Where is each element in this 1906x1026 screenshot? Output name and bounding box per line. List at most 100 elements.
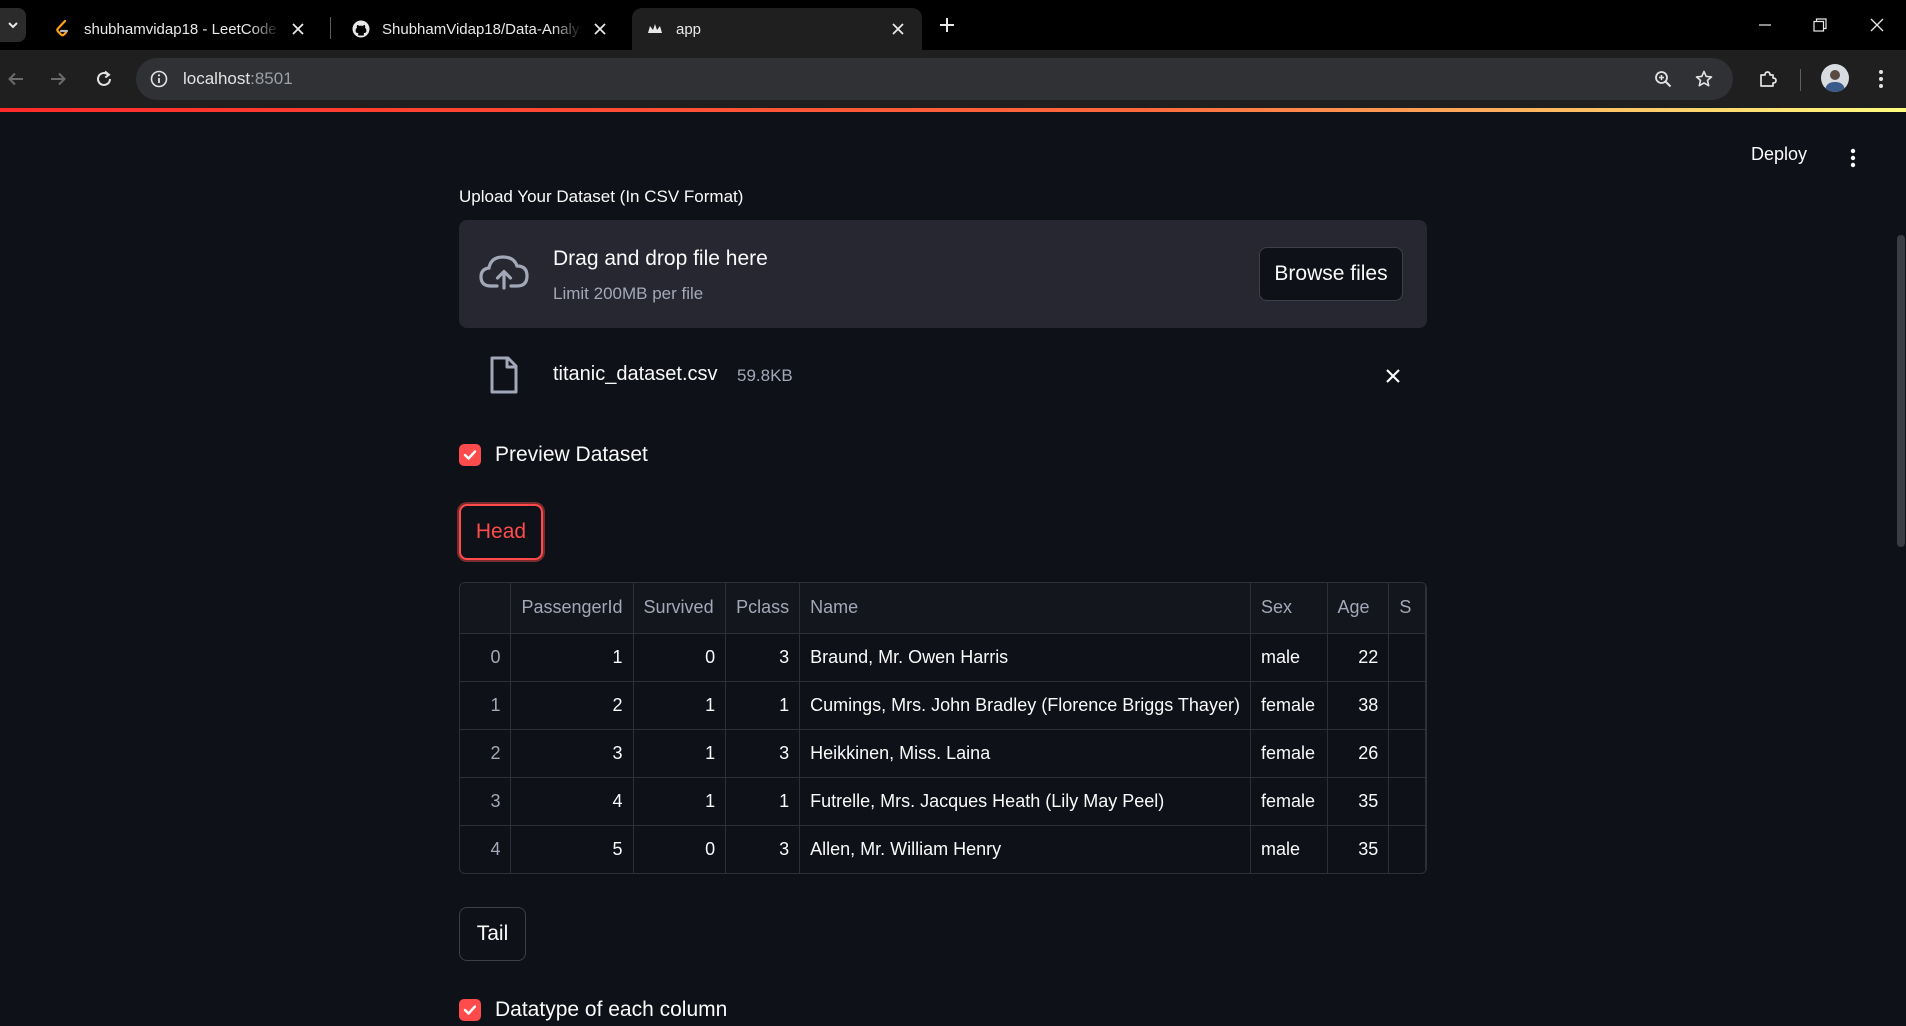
file-uploader-label: Upload Your Dataset (In CSV Format) (459, 187, 744, 206)
cell-survived[interactable]: 0 (633, 633, 727, 682)
cell-age[interactable]: 22 (1327, 633, 1390, 682)
cell-name[interactable]: Cumings, Mrs. John Bradley (Florence Bri… (799, 681, 1251, 730)
browse-files-button[interactable]: Browse files (1259, 247, 1403, 301)
close-window-button[interactable] (1862, 10, 1892, 40)
minimize-icon (1759, 24, 1771, 26)
zoom-icon[interactable] (1652, 68, 1674, 90)
restore-button[interactable] (1805, 10, 1835, 40)
datatype-checkbox[interactable]: Datatype of each column (459, 994, 727, 1026)
cell-pclass[interactable]: 3 (725, 729, 801, 778)
cell-passengerid[interactable]: 3 (510, 729, 634, 778)
cell-truncated[interactable] (1388, 777, 1426, 826)
cell-passengerid[interactable]: 5 (510, 825, 634, 873)
cell-sex[interactable]: male (1250, 633, 1328, 682)
cell-truncated[interactable] (1388, 825, 1426, 873)
deploy-button[interactable]: Deploy (1745, 140, 1813, 169)
cell-pclass[interactable]: 3 (725, 825, 801, 873)
remove-file-icon[interactable] (1381, 364, 1405, 388)
cloud-upload-icon (479, 255, 529, 290)
cell-name[interactable]: Heikkinen, Miss. Laina (799, 729, 1251, 778)
column-header-pclass[interactable]: Pclass (725, 583, 801, 634)
cell-survived[interactable]: 1 (633, 777, 727, 826)
row-index: 0 (460, 633, 512, 682)
cell-name[interactable]: Futrelle, Mrs. Jacques Heath (Lily May P… (799, 777, 1251, 826)
close-icon (1870, 18, 1884, 32)
checkbox-checked-icon[interactable] (459, 999, 481, 1021)
column-header-truncated[interactable]: S (1388, 583, 1426, 634)
cell-age[interactable]: 26 (1327, 729, 1390, 778)
site-info-icon[interactable] (148, 68, 170, 90)
row-index: 4 (460, 825, 512, 873)
cell-age[interactable]: 38 (1327, 681, 1390, 730)
tab-close-icon[interactable] (888, 19, 908, 39)
browser-tab-leetcode[interactable]: shubhamvidap18 - LeetCode Pr (40, 8, 322, 50)
dropzone-instructions: Drag and drop file here (553, 247, 768, 270)
cell-pclass[interactable]: 1 (725, 681, 801, 730)
tab-title: app (676, 20, 702, 38)
cell-sex[interactable]: female (1250, 729, 1328, 778)
column-header-age[interactable]: Age (1327, 583, 1390, 634)
column-header-passengerid[interactable]: PassengerId (510, 583, 634, 634)
profile-avatar[interactable] (1821, 64, 1849, 92)
cell-name[interactable]: Braund, Mr. Owen Harris (799, 633, 1251, 682)
cell-sex[interactable]: female (1250, 777, 1328, 826)
extensions-button[interactable] (1753, 64, 1783, 94)
plus-icon (940, 18, 954, 32)
reload-button[interactable] (88, 63, 120, 95)
cell-pclass[interactable]: 3 (725, 633, 801, 682)
cell-age[interactable]: 35 (1327, 825, 1390, 873)
tab-search-button[interactable] (0, 8, 26, 42)
app-menu-button[interactable] (1843, 146, 1863, 170)
cell-sex[interactable]: male (1250, 825, 1328, 873)
cell-truncated[interactable] (1388, 729, 1426, 778)
cell-survived[interactable]: 1 (633, 729, 727, 778)
cell-sex[interactable]: female (1250, 681, 1328, 730)
cell-age[interactable]: 35 (1327, 777, 1390, 826)
kebab-menu-icon (1850, 148, 1856, 168)
column-header-survived[interactable]: Survived (633, 583, 727, 634)
column-header-sex[interactable]: Sex (1250, 583, 1328, 634)
tab-close-icon[interactable] (590, 19, 610, 39)
browser-menu-button[interactable] (1866, 64, 1896, 94)
cell-passengerid[interactable]: 1 (510, 633, 634, 682)
preview-dataset-checkbox[interactable]: Preview Dataset (459, 439, 648, 471)
tab-title: shubhamvidap18 - LeetCode Pr (84, 20, 280, 38)
uploaded-file-size: 59.8KB (737, 366, 793, 385)
cell-survived[interactable]: 0 (633, 825, 727, 873)
browser-tab-github[interactable]: ShubhamVidap18/Data-Analysis (338, 8, 624, 50)
file-icon (490, 356, 518, 394)
cell-passengerid[interactable]: 2 (510, 681, 634, 730)
cell-truncated[interactable] (1388, 633, 1426, 682)
checkbox-checked-icon[interactable] (459, 444, 481, 466)
puzzle-icon (1760, 71, 1777, 87)
file-dropzone[interactable]: Drag and drop file here Limit 200MB per … (459, 220, 1427, 328)
dataframe-table[interactable]: PassengerId Survived Pclass Name Sex Age… (459, 582, 1427, 874)
bookmark-star-icon[interactable] (1693, 68, 1715, 90)
cell-survived[interactable]: 1 (633, 681, 727, 730)
restore-icon (1813, 18, 1827, 32)
back-button[interactable] (0, 63, 32, 95)
cell-pclass[interactable]: 1 (725, 777, 801, 826)
column-header-name[interactable]: Name (799, 583, 1251, 634)
address-url[interactable]: localhost:8501 (183, 69, 293, 89)
cell-passengerid[interactable]: 4 (510, 777, 634, 826)
checkbox-label: Datatype of each column (495, 998, 728, 1021)
tab-close-icon[interactable] (288, 19, 308, 39)
address-bar[interactable]: localhost:8501 (136, 58, 1733, 100)
table-row: 4 5 0 3 Allen, Mr. William Henry male 35 (460, 825, 1426, 873)
url-host: localhost (183, 69, 251, 88)
forward-button[interactable] (42, 63, 74, 95)
column-header-index (460, 583, 512, 634)
page-scrollbar-thumb[interactable] (1897, 235, 1905, 547)
tail-button[interactable]: Tail (459, 907, 526, 961)
minimize-button[interactable] (1750, 10, 1780, 40)
tab-divider (330, 17, 331, 39)
cell-name[interactable]: Allen, Mr. William Henry (799, 825, 1251, 873)
row-index: 1 (460, 681, 512, 730)
url-port: :8501 (250, 69, 293, 88)
cell-truncated[interactable] (1388, 681, 1426, 730)
browser-tab-app[interactable]: app (632, 8, 922, 50)
head-button[interactable]: Head (459, 504, 543, 560)
new-tab-button[interactable] (935, 13, 959, 37)
uploaded-file-item: titanic_dataset.csv 59.8KB (459, 352, 1427, 408)
